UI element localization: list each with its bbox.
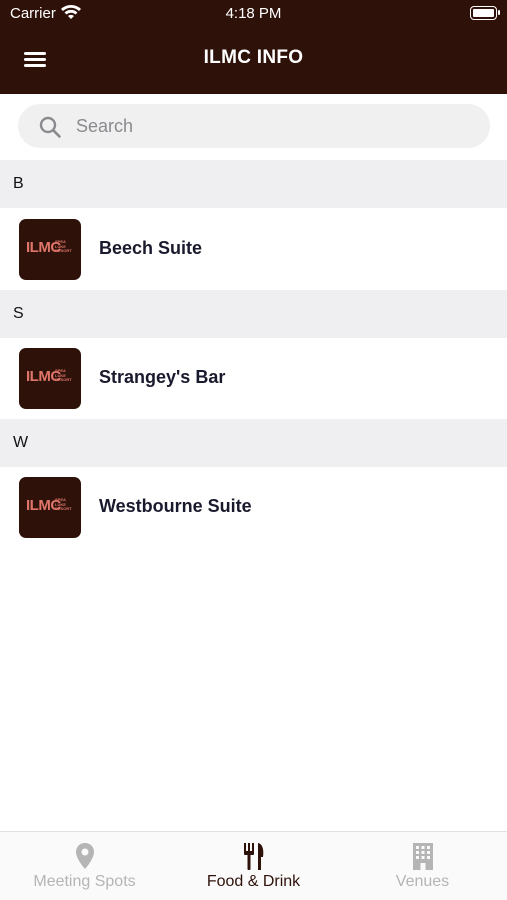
tab-venues[interactable]: Venues	[338, 832, 507, 900]
ilmc-logo-thumbnail: ILMC SPEA LUKE RESORT	[19, 219, 81, 280]
ilmc-logo-thumbnail: ILMC SPEA LUKE RESORT	[19, 348, 81, 409]
fork-knife-icon	[244, 843, 264, 870]
list-item-label: Strangey's Bar	[99, 367, 226, 387]
section-header-b: B	[0, 160, 507, 208]
list-item[interactable]: ILMC SPEA LUKE RESORT Westbourne Suite	[0, 467, 507, 548]
status-time: 4:18 PM	[225, 5, 282, 22]
list-item[interactable]: ILMC SPEA LUKE RESORT Strangey's Bar	[0, 338, 507, 419]
tab-meeting-spots[interactable]: Meeting Spots	[0, 832, 169, 900]
search-area	[0, 94, 507, 160]
section-header-s: S	[0, 290, 507, 338]
tab-label: Venues	[395, 873, 450, 890]
tab-label: Meeting Spots	[33, 873, 136, 890]
search-input[interactable]	[76, 104, 466, 148]
ilmc-logo-thumbnail: ILMC SPEA LUKE RESORT	[19, 477, 81, 538]
list-item-label: Westbourne Suite	[99, 496, 252, 516]
status-bar: Carrier 4:18 PM	[0, 0, 507, 30]
section-header-w: W	[0, 419, 507, 467]
battery-icon	[470, 6, 500, 20]
map-pin-icon	[76, 843, 94, 869]
list-item[interactable]: ILMC SPEA LUKE RESORT Beech Suite	[0, 209, 507, 290]
tab-label: Food & Drink	[206, 873, 301, 890]
tab-bar: Meeting Spots Food & Drink Venues	[0, 831, 507, 900]
page-title: ILMC INFO	[203, 47, 304, 68]
search-bar[interactable]	[18, 104, 490, 148]
search-icon	[39, 116, 61, 138]
tab-food-drink[interactable]: Food & Drink	[169, 832, 338, 900]
building-icon	[413, 843, 433, 870]
app-header: Carrier 4:18 PM ILMC INFO	[0, 0, 507, 94]
list-item-label: Beech Suite	[99, 238, 203, 258]
